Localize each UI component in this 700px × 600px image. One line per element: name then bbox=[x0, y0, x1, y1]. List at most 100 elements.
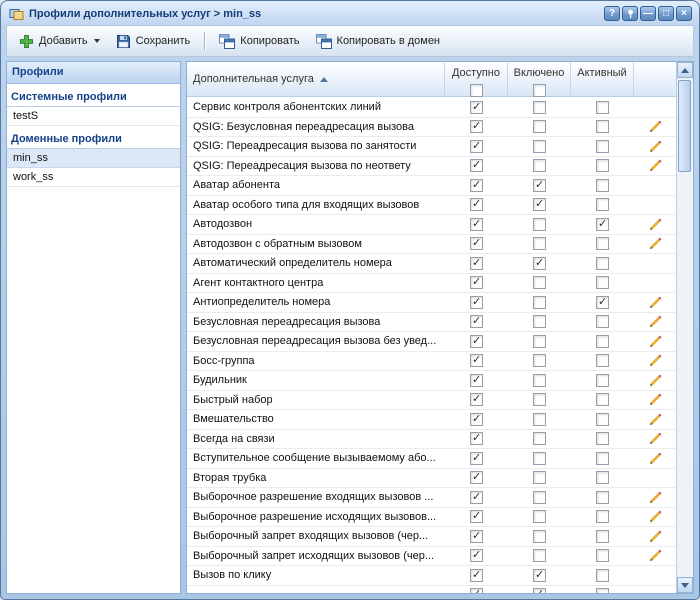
enabled-checkbox[interactable] bbox=[533, 510, 546, 523]
active-checkbox[interactable] bbox=[596, 432, 609, 445]
table-row[interactable]: Безусловная переадресация вызова bbox=[187, 313, 676, 333]
available-checkbox[interactable] bbox=[470, 140, 483, 153]
available-checkbox[interactable] bbox=[470, 296, 483, 309]
enabled-checkbox[interactable] bbox=[533, 432, 546, 445]
table-row[interactable]: Вмешательство bbox=[187, 410, 676, 430]
table-row[interactable]: Аватар абонента bbox=[187, 176, 676, 196]
available-checkbox[interactable] bbox=[470, 588, 483, 593]
available-checkbox[interactable] bbox=[470, 159, 483, 172]
enabled-checkbox[interactable] bbox=[533, 354, 546, 367]
enabled-checkbox[interactable] bbox=[533, 569, 546, 582]
table-row[interactable]: Вступительное сообщение вызываемому або.… bbox=[187, 449, 676, 469]
table-row[interactable]: Выборочное разрешение исходящих вызовов.… bbox=[187, 508, 676, 528]
enabled-checkbox[interactable] bbox=[533, 588, 546, 593]
enabled-checkbox[interactable] bbox=[533, 335, 546, 348]
active-checkbox[interactable] bbox=[596, 510, 609, 523]
active-checkbox[interactable] bbox=[596, 237, 609, 250]
available-checkbox[interactable] bbox=[470, 120, 483, 133]
enabled-checkbox[interactable] bbox=[533, 159, 546, 172]
active-checkbox[interactable] bbox=[596, 179, 609, 192]
table-row[interactable]: QSIG: Безусловная переадресация вызова bbox=[187, 118, 676, 138]
active-checkbox[interactable] bbox=[596, 588, 609, 593]
enabled-checkbox[interactable] bbox=[533, 140, 546, 153]
edit-pencil-icon[interactable] bbox=[649, 452, 662, 465]
active-checkbox[interactable] bbox=[596, 296, 609, 309]
table-row[interactable]: Будильник bbox=[187, 371, 676, 391]
table-row[interactable]: Аватар особого типа для входящих вызовов bbox=[187, 196, 676, 216]
vertical-scrollbar[interactable] bbox=[676, 62, 693, 593]
column-header-active[interactable]: Активный bbox=[571, 62, 634, 96]
active-checkbox[interactable] bbox=[596, 413, 609, 426]
close-button[interactable]: × bbox=[676, 6, 692, 21]
edit-pencil-icon[interactable] bbox=[649, 140, 662, 153]
sidebar-item-testS[interactable]: testS bbox=[7, 107, 180, 126]
scrollbar-thumb[interactable] bbox=[678, 80, 691, 172]
edit-pencil-icon[interactable] bbox=[649, 549, 662, 562]
available-checkbox[interactable] bbox=[470, 413, 483, 426]
active-checkbox[interactable] bbox=[596, 276, 609, 289]
table-row[interactable]: Сервис контроля абонентских линий bbox=[187, 98, 676, 118]
sidebar-item-work_ss[interactable]: work_ss bbox=[7, 168, 180, 187]
enabled-checkbox[interactable] bbox=[533, 237, 546, 250]
available-checkbox[interactable] bbox=[470, 335, 483, 348]
active-checkbox[interactable] bbox=[596, 569, 609, 582]
available-checkbox[interactable] bbox=[470, 510, 483, 523]
enabled-checkbox[interactable] bbox=[533, 471, 546, 484]
enabled-checkbox[interactable] bbox=[533, 179, 546, 192]
enabled-checkbox[interactable] bbox=[533, 257, 546, 270]
edit-pencil-icon[interactable] bbox=[649, 432, 662, 445]
table-row[interactable]: Быстрый набор bbox=[187, 391, 676, 411]
enabled-checkbox[interactable] bbox=[533, 452, 546, 465]
available-checkbox[interactable] bbox=[470, 198, 483, 211]
active-checkbox[interactable] bbox=[596, 120, 609, 133]
minimize-button[interactable]: — bbox=[640, 6, 656, 21]
edit-pencil-icon[interactable] bbox=[649, 374, 662, 387]
table-row[interactable]: Вторая трубка bbox=[187, 469, 676, 489]
available-checkbox[interactable] bbox=[470, 101, 483, 114]
available-checkbox[interactable] bbox=[470, 549, 483, 562]
available-checkbox[interactable] bbox=[470, 276, 483, 289]
table-row[interactable]: Выборочный запрет входящих вызовов (чер.… bbox=[187, 527, 676, 547]
table-row[interactable]: Всегда на связи bbox=[187, 430, 676, 450]
scroll-down-button[interactable] bbox=[677, 577, 693, 593]
available-checkbox[interactable] bbox=[470, 179, 483, 192]
active-checkbox[interactable] bbox=[596, 530, 609, 543]
enabled-checkbox[interactable] bbox=[533, 218, 546, 231]
enabled-checkbox[interactable] bbox=[533, 413, 546, 426]
active-checkbox[interactable] bbox=[596, 335, 609, 348]
available-checkbox[interactable] bbox=[470, 530, 483, 543]
available-checkbox[interactable] bbox=[470, 218, 483, 231]
enabled-checkbox[interactable] bbox=[533, 296, 546, 309]
active-checkbox[interactable] bbox=[596, 101, 609, 114]
active-checkbox[interactable] bbox=[596, 471, 609, 484]
copy-button[interactable]: Копировать bbox=[212, 31, 306, 52]
active-checkbox[interactable] bbox=[596, 354, 609, 367]
edit-pencil-icon[interactable] bbox=[649, 159, 662, 172]
sidebar-item-min_ss[interactable]: min_ss bbox=[7, 149, 180, 168]
table-row[interactable]: Агент контактного центра bbox=[187, 274, 676, 294]
available-checkbox[interactable] bbox=[470, 432, 483, 445]
active-checkbox[interactable] bbox=[596, 315, 609, 328]
active-checkbox[interactable] bbox=[596, 374, 609, 387]
table-row[interactable] bbox=[187, 586, 676, 594]
pin-button[interactable] bbox=[622, 6, 638, 21]
active-checkbox[interactable] bbox=[596, 549, 609, 562]
enabled-checkbox[interactable] bbox=[533, 120, 546, 133]
available-checkbox[interactable] bbox=[470, 452, 483, 465]
available-checkbox[interactable] bbox=[470, 491, 483, 504]
available-checkbox[interactable] bbox=[470, 354, 483, 367]
available-checkbox[interactable] bbox=[470, 257, 483, 270]
edit-pencil-icon[interactable] bbox=[649, 218, 662, 231]
table-row[interactable]: Вызов по клику bbox=[187, 566, 676, 586]
active-checkbox[interactable] bbox=[596, 198, 609, 211]
edit-pencil-icon[interactable] bbox=[649, 237, 662, 250]
active-checkbox[interactable] bbox=[596, 491, 609, 504]
edit-pencil-icon[interactable] bbox=[649, 354, 662, 367]
enabled-checkbox[interactable] bbox=[533, 101, 546, 114]
maximize-button[interactable]: □ bbox=[658, 6, 674, 21]
table-row[interactable]: Антиопределитель номера bbox=[187, 293, 676, 313]
edit-pencil-icon[interactable] bbox=[649, 413, 662, 426]
column-header-enabled[interactable]: Включено bbox=[508, 62, 571, 96]
copy-to-domain-button[interactable]: Копировать в домен bbox=[309, 31, 447, 52]
edit-pencil-icon[interactable] bbox=[649, 335, 662, 348]
